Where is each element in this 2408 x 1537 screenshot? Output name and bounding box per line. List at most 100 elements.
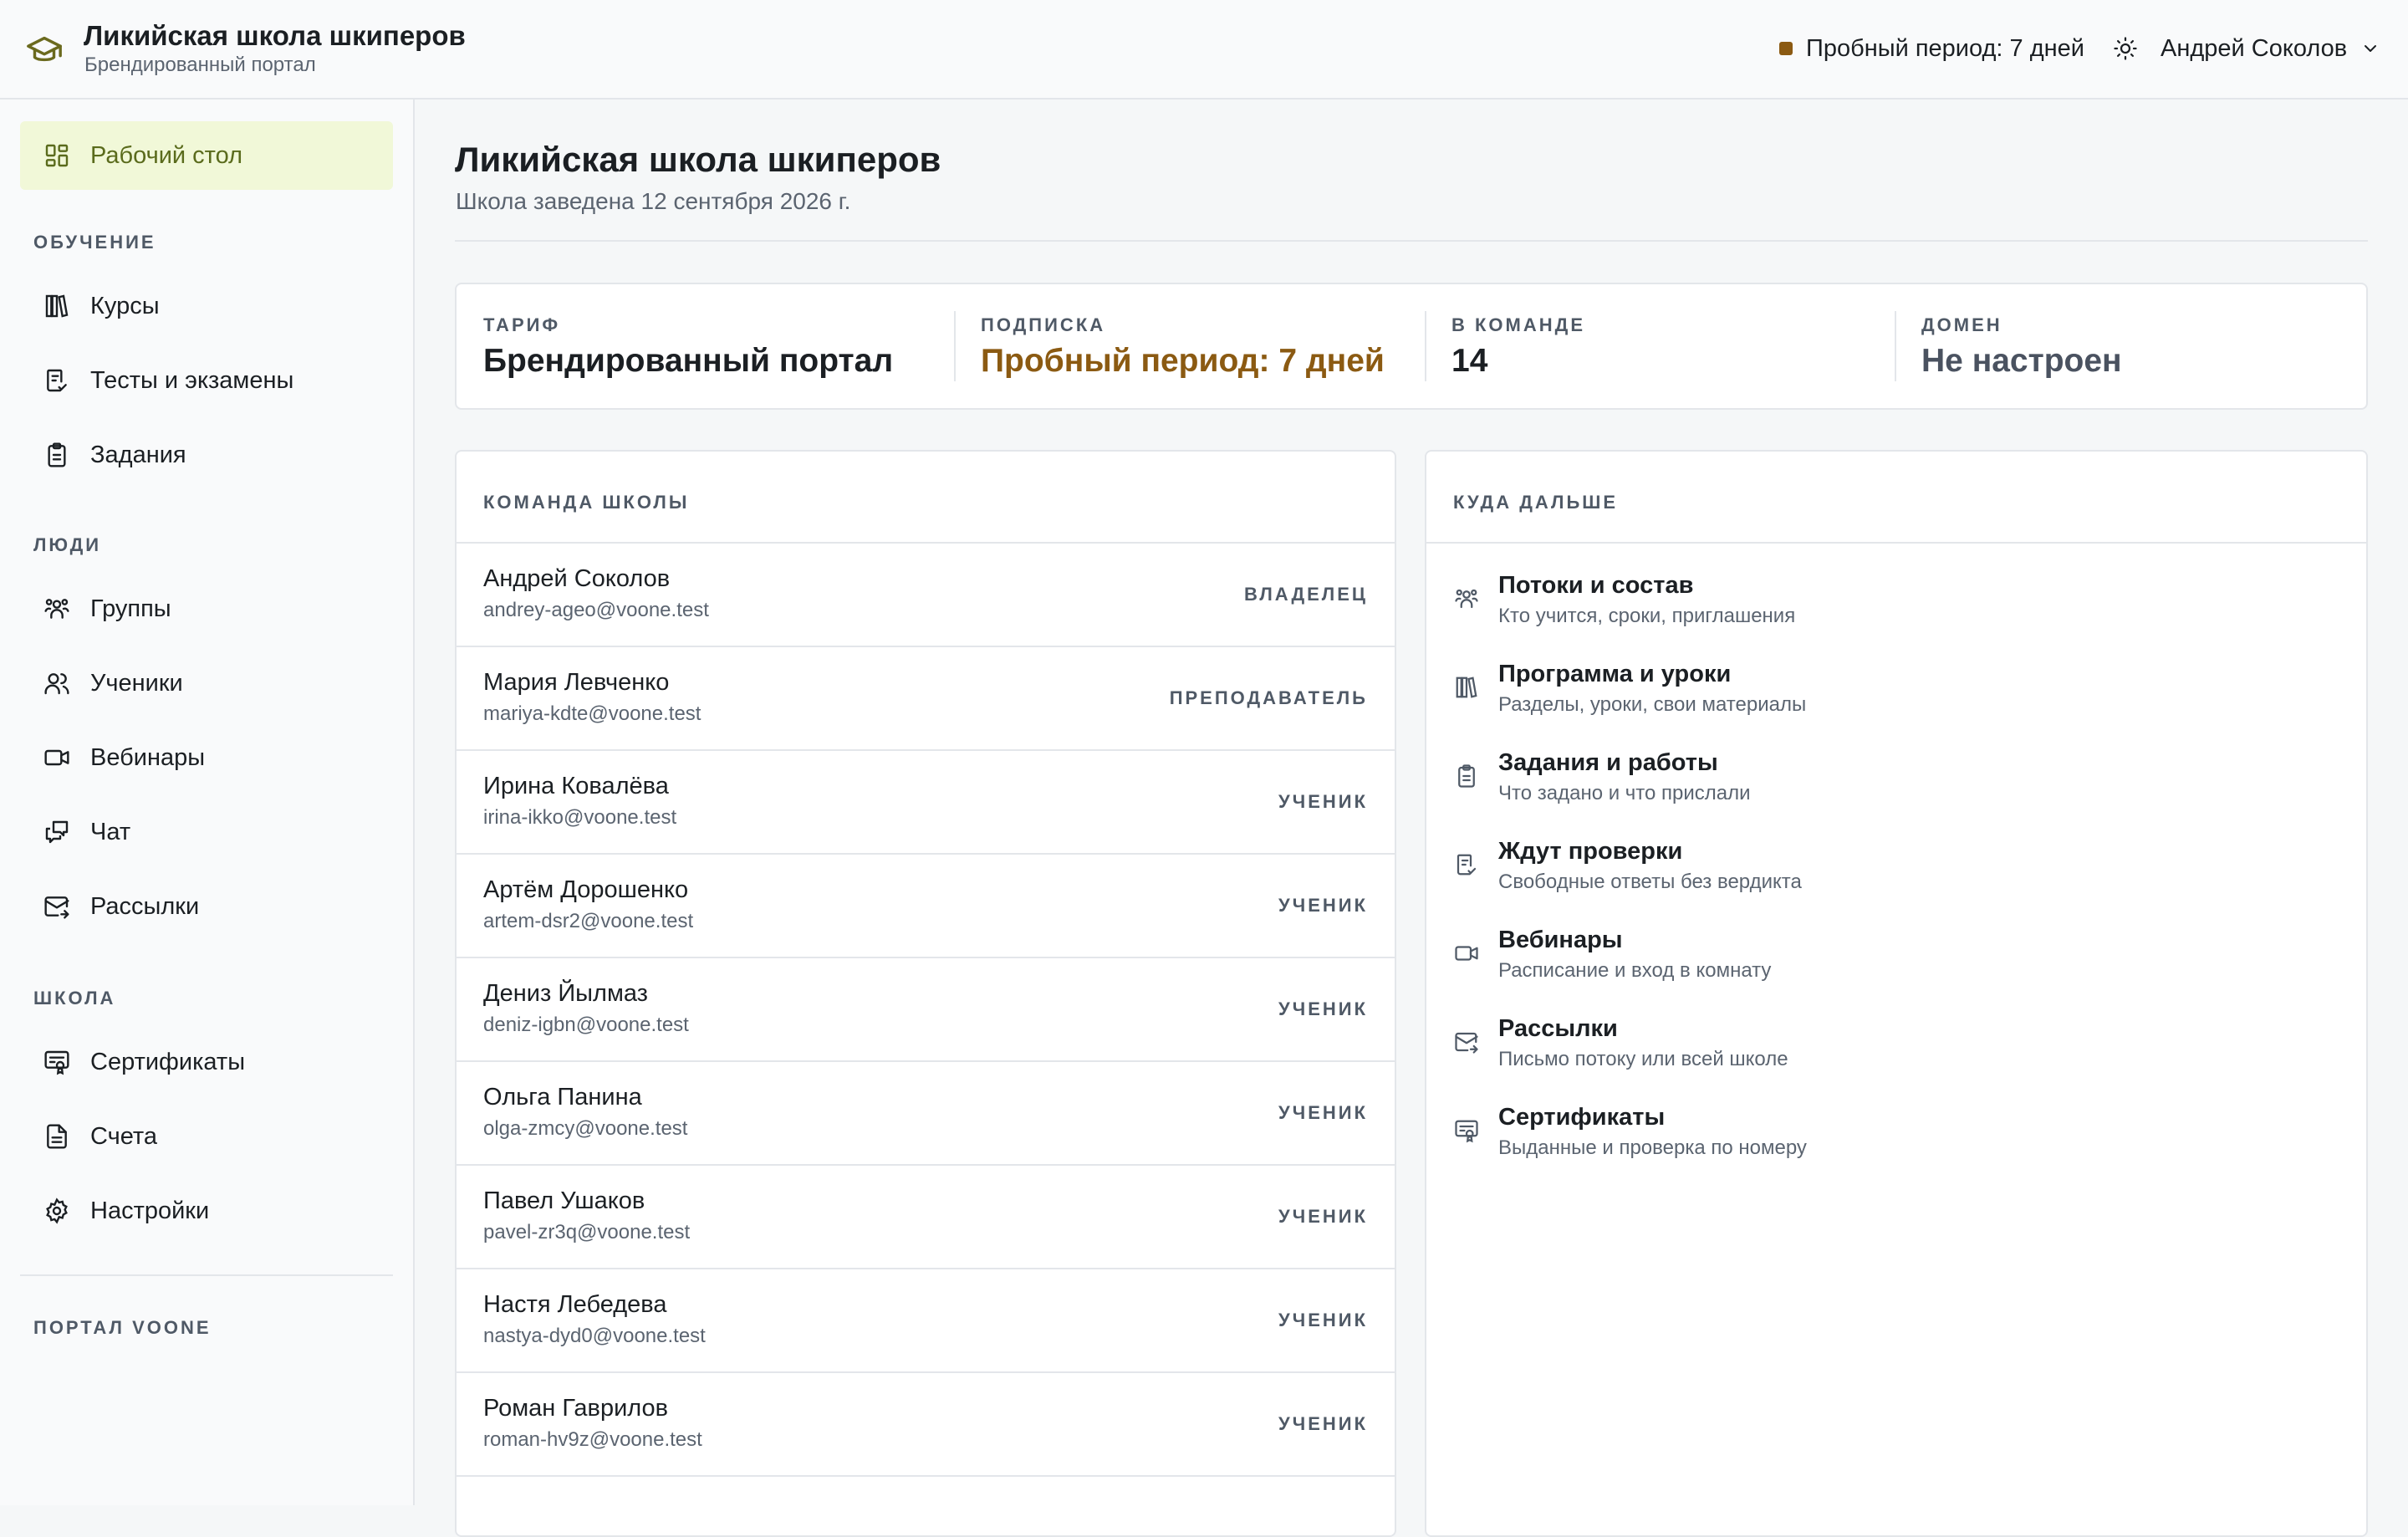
team-member-row[interactable]: Ирина Ковалёва irina-ikko@voone.test УЧЕ… <box>457 751 1395 855</box>
school-plan: Брендированный портал <box>84 54 316 76</box>
theme-toggle-button[interactable] <box>2109 32 2142 65</box>
next-link-program[interactable]: Программа и уроки Разделы, уроки, свои м… <box>1426 646 2366 734</box>
sidebar-item-students[interactable]: Ученики <box>20 649 393 717</box>
stat-value: 14 <box>1451 343 1488 379</box>
sidebar-item-label: Курсы <box>90 292 160 319</box>
next-link-title: Программа и уроки <box>1498 661 1732 687</box>
clipboard-icon <box>20 421 89 489</box>
team-card-title: КОМАНДА ШКОЛЫ <box>483 492 690 513</box>
team-member-row[interactable]: Настя Лебедева nastya-dyd0@voone.test УЧ… <box>457 1269 1395 1373</box>
sidebar-item-mailings[interactable]: Рассылки <box>20 872 393 941</box>
trial-status-text: Пробный период: 7 дней <box>1806 34 2084 62</box>
member-role: ПРЕПОДАВАТЕЛЬ <box>1169 687 1368 708</box>
next-link-certificates[interactable]: Сертификаты Выданные и проверка по номер… <box>1426 1089 2366 1177</box>
trial-status[interactable]: Пробный период: 7 дней <box>1779 32 2084 65</box>
sidebar-item-certificates[interactable]: Сертификаты <box>20 1028 393 1096</box>
sidebar-item-assignments[interactable]: Задания <box>20 421 393 489</box>
stat-value: Не настроен <box>1921 343 2122 379</box>
team-member-row[interactable]: Мария Левченко mariya-kdte@voone.test ПР… <box>457 647 1395 751</box>
sidebar-item-invoices[interactable]: Счета <box>20 1102 393 1171</box>
team-card: КОМАНДА ШКОЛЫ Андрей Соколов andrey-ageo… <box>455 450 1396 1537</box>
gear-icon <box>20 1177 89 1245</box>
member-name: Андрей Соколов <box>483 565 671 592</box>
sidebar-divider <box>20 1274 393 1276</box>
user-name: Андрей Соколов <box>2161 34 2348 62</box>
top-bar: Ликийская школа шкиперов Брендированный … <box>0 0 2408 100</box>
next-link-title: Потоки и состав <box>1498 572 1694 599</box>
next-link-streams[interactable]: Потоки и состав Кто учится, сроки, пригл… <box>1426 557 2366 646</box>
sidebar-item-groups[interactable]: Группы <box>20 574 393 643</box>
member-name: Ирина Ковалёва <box>483 773 669 799</box>
stat-separator <box>954 311 956 381</box>
team-member-row[interactable]: Роман Гаврилов roman-hv9z@voone.test УЧЕ… <box>457 1373 1395 1477</box>
sidebar-item-dashboard[interactable]: Рабочий стол <box>20 121 393 190</box>
member-role: УЧЕНИК <box>1278 1310 1368 1330</box>
group-icon <box>20 574 89 643</box>
member-role: УЧЕНИК <box>1278 895 1368 916</box>
chevron-down-icon <box>2360 38 2380 59</box>
next-link-desc: Расписание и вход в комнату <box>1498 959 1772 982</box>
next-link-review[interactable]: Ждут проверки Свободные ответы без верди… <box>1426 823 2366 911</box>
next-link-mailings[interactable]: Рассылки Письмо потоку или всей школе <box>1426 1000 2366 1089</box>
team-member-row[interactable]: Павел Ушаков pavel-zr3q@voone.test УЧЕНИ… <box>457 1166 1395 1269</box>
school-name: Ликийская школа шкиперов <box>84 20 466 51</box>
next-link-title: Сертификаты <box>1498 1104 1666 1131</box>
member-email: nastya-dyd0@voone.test <box>483 1325 706 1347</box>
next-steps-title: КУДА ДАЛЬШЕ <box>1453 492 1619 513</box>
graduation-cap-icon <box>25 30 64 69</box>
user-menu[interactable]: Андрей Соколов <box>2161 30 2380 67</box>
clipboard-icon <box>1450 759 1483 793</box>
next-link-title: Задания и работы <box>1498 749 1718 776</box>
sidebar-item-label: Рассылки <box>90 892 200 920</box>
stat-label: ПОДПИСКА <box>981 314 1106 335</box>
sidebar-item-label: Рабочий стол <box>90 141 243 169</box>
sun-icon <box>2113 36 2138 61</box>
next-link-title: Ждут проверки <box>1498 838 1683 865</box>
stat-value: Брендированный портал <box>483 343 894 379</box>
sidebar: Рабочий стол ОБУЧЕНИЕ Курсы Тесты и экза… <box>0 100 415 1505</box>
chat-icon <box>20 798 89 866</box>
sidebar-item-chat[interactable]: Чат <box>20 798 393 866</box>
next-link-assignments[interactable]: Задания и работы Что задано и что присла… <box>1426 734 2366 823</box>
stat-label: В КОМАНДЕ <box>1451 314 1585 335</box>
sidebar-item-courses[interactable]: Курсы <box>20 272 393 340</box>
mail-send-icon <box>20 872 89 941</box>
sidebar-item-webinars[interactable]: Вебинары <box>20 723 393 792</box>
books-icon <box>1450 671 1483 704</box>
team-member-row[interactable]: Дениз Йылмаз deniz-igbn@voone.test УЧЕНИ… <box>457 958 1395 1062</box>
member-role: УЧЕНИК <box>1278 1206 1368 1227</box>
next-link-webinars[interactable]: Вебинары Расписание и вход в комнату <box>1426 911 2366 1000</box>
next-link-desc: Свободные ответы без вердикта <box>1498 871 1802 893</box>
users-icon <box>20 649 89 717</box>
team-member-row[interactable]: Артём Дорошенко artem-dsr2@voone.test УЧ… <box>457 855 1395 958</box>
stat-separator <box>1425 311 1426 381</box>
next-link-title: Рассылки <box>1498 1015 1618 1042</box>
team-card-header: КОМАНДА ШКОЛЫ <box>457 452 1395 544</box>
member-email: mariya-kdte@voone.test <box>483 702 701 725</box>
member-email: andrey-ageo@voone.test <box>483 599 709 621</box>
team-member-row[interactable]: Андрей Соколов andrey-ageo@voone.test ВЛ… <box>457 544 1395 647</box>
stat-label: ДОМЕН <box>1921 314 2002 335</box>
member-role: ВЛАДЕЛЕЦ <box>1243 584 1368 605</box>
member-name: Артём Дорошенко <box>483 876 689 903</box>
test-check-icon <box>1450 848 1483 881</box>
mail-send-icon <box>1450 1025 1483 1059</box>
page-divider <box>455 240 2368 242</box>
page-title: Ликийская школа шкиперов <box>455 140 941 179</box>
page-subtitle: Школа заведена 12 сентября 2026 г. <box>456 188 851 214</box>
sidebar-item-label: Вебинары <box>90 743 206 771</box>
sidebar-item-tests[interactable]: Тесты и экзамены <box>20 346 393 415</box>
team-member-row[interactable]: Ольга Панина olga-zmcy@voone.test УЧЕНИК <box>457 1062 1395 1166</box>
stat-value: Пробный период: 7 дней <box>981 343 1385 379</box>
video-camera-icon <box>20 723 89 792</box>
section-label-school: ШКОЛА <box>33 988 116 1008</box>
next-steps-header: КУДА ДАЛЬШЕ <box>1426 452 2366 544</box>
member-email: irina-ikko@voone.test <box>483 806 677 829</box>
sidebar-item-label: Группы <box>90 595 171 622</box>
main-content: Ликийская школа шкиперов Школа заведена … <box>415 100 2408 1537</box>
member-email: pavel-zr3q@voone.test <box>483 1221 691 1243</box>
sidebar-item-settings[interactable]: Настройки <box>20 1177 393 1245</box>
stats-card: ТАРИФ Брендированный портал ПОДПИСКА Про… <box>455 283 2368 410</box>
sidebar-item-label: Задания <box>90 441 186 468</box>
dashboard-icon <box>20 121 89 190</box>
